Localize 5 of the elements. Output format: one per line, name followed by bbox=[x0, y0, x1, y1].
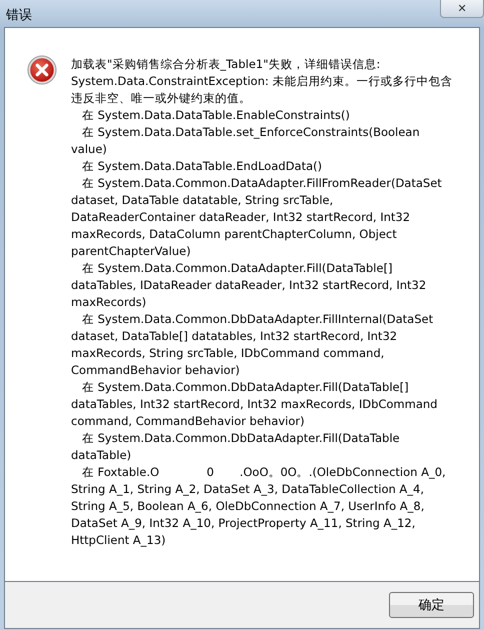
ok-button[interactable]: 确定 bbox=[389, 592, 474, 618]
error-icon bbox=[27, 55, 57, 85]
close-button[interactable]: ✕ bbox=[440, 0, 484, 18]
window-title: 错误 bbox=[6, 7, 32, 24]
error-message: 加载表"采购销售综合分析表_Table1"失败，详细错误信息: System.Data.ConstraintException: 未能启用约束。一行或多行中包含 违反非空、唯一或外键约束的值。 在 System.Data.DataTable.EnableConstraints() 在 System.Data.DataTable.set_EnforceConstraints(Boolean value) 在 System.Data.DataTable.EndLoadData() 在 System.Data.Common.DataAdapter.FillFromReader(DataSet dataset, DataTable datatable, String srcTable, DataReaderContainer dataReader, Int32 startRecord, Int32 maxRecords, DataColumn parentChapterColumn, Object parentChapterValue) 在 System.Data.Common.DataAdapter.Fill(DataTable[] dataTables, IDataReader dataReader, Int32 startRecord, Int32 maxRecords) 在 System.Data.Common.DbDataAdapter.FillInternal(DataSet dataset, DataTable[] datatables, Int32 startRecord, Int32 maxRecords, String srcTable, IDbCommand command, CommandBehavior behavior) 在 System.Data.Common.DbDataAdapter.Fill(DataTable[] dataTables, Int32 startRecord, Int32 maxRecords, IDbCommand command, CommandBehavior behavior) 在 System.Data.Common.DbDataAdapter.Fill(DataTable dataTable) 在 Foxtable.O 0 .OoO。0O。.(OleDbConnection A_0, String A_1, String A_2, DataSet A_3, DataTableCollection A_4, String A_5, Boolean A_6, OleDbConnection A_7, UserInfo A_8, DataSet A_9, Int32 A_10, ProjectProperty A_11, String A_12, HttpClient A_13) bbox=[71, 56, 452, 549]
